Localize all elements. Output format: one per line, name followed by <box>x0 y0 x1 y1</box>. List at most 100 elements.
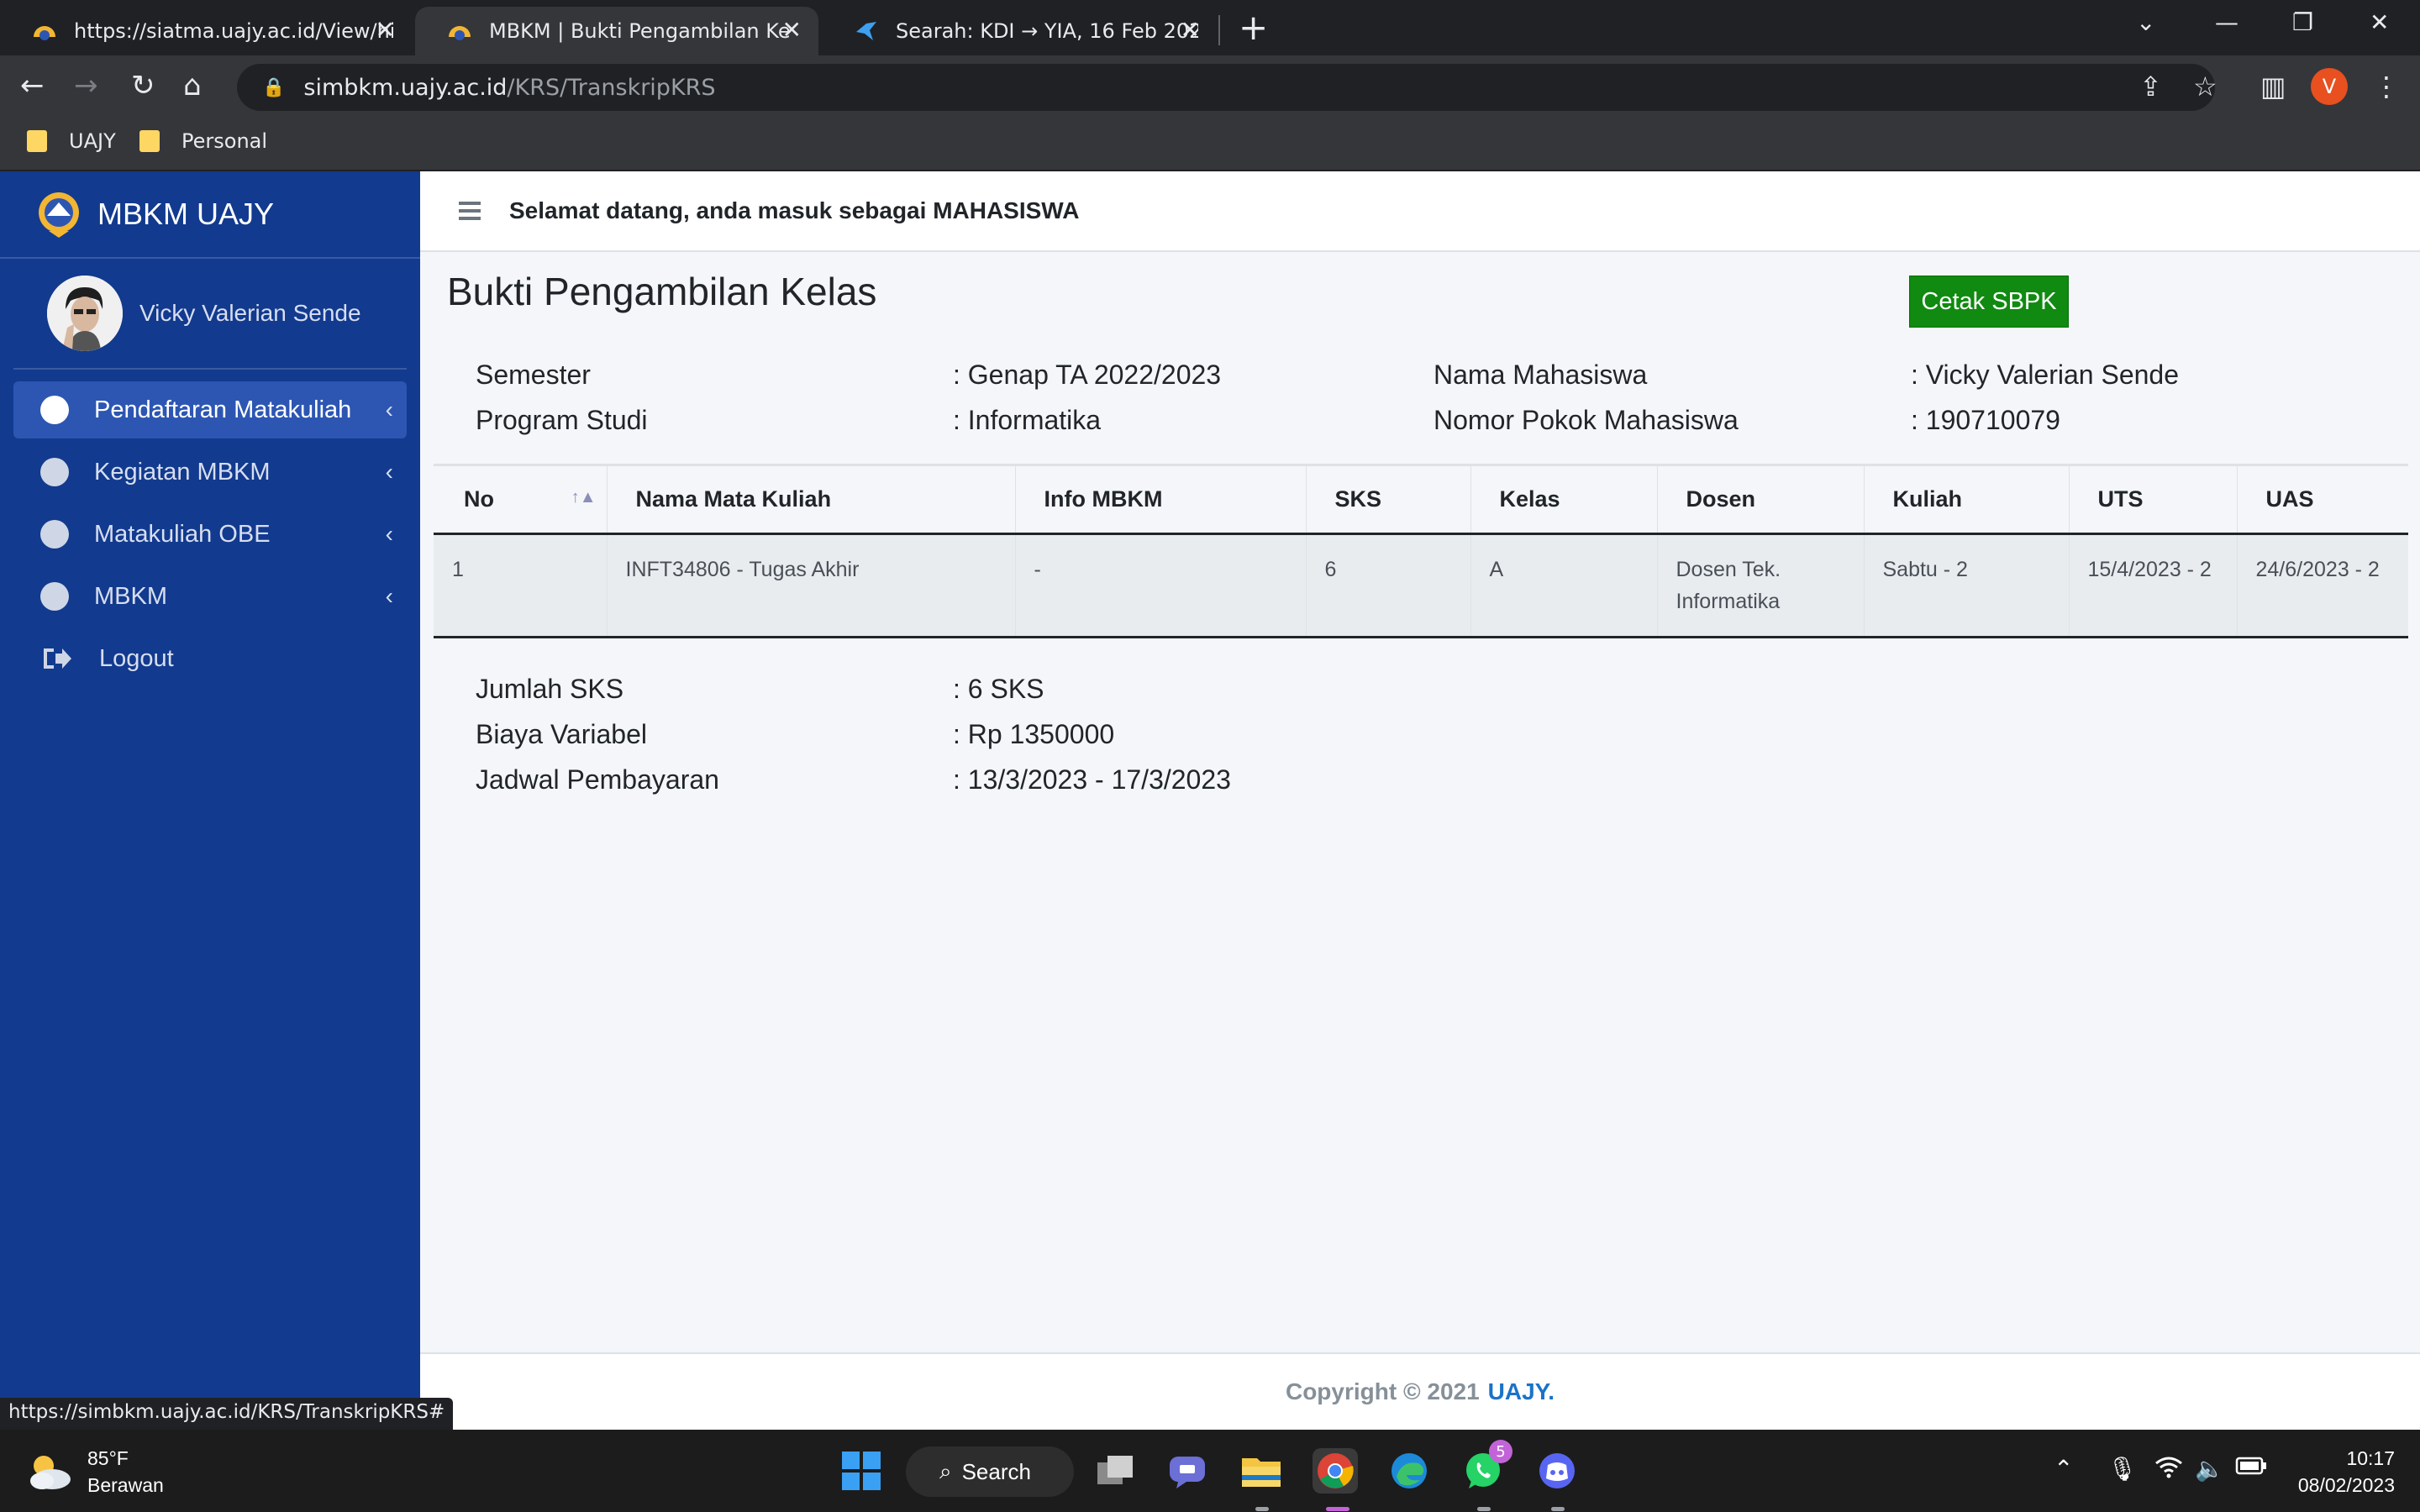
nama-mahasiswa-label: Nama Mahasiswa <box>1434 360 1648 390</box>
browser-tab-mbkm[interactable]: MBKM | Bukti Pengambilan Kelas ✕ <box>415 7 818 55</box>
show-hidden-icons-chevron-icon[interactable]: ⌃ <box>2054 1455 2073 1483</box>
file-explorer-icon[interactable] <box>1239 1448 1284 1494</box>
minimize-button[interactable]: — <box>2215 8 2238 36</box>
bookmark-folder-personal[interactable]: Personal <box>139 129 267 153</box>
system-clock[interactable]: 10:17 08/02/2023 <box>2298 1445 2395 1499</box>
browser-toolbar: ← → ↻ ⌂ 🔒 simbkm.uajy.ac.id/KRS/Transkri… <box>0 55 2420 119</box>
column-header-no[interactable]: No ↑▲ <box>434 464 607 535</box>
column-header-kuliah[interactable]: Kuliah <box>1863 464 2069 535</box>
sidebar-item-logout[interactable]: Logout <box>13 630 407 687</box>
lock-icon: 🔒 <box>262 76 286 98</box>
more-menu-icon[interactable]: ⋮ <box>2373 71 2400 102</box>
circle-icon <box>40 396 69 424</box>
running-indicator <box>1477 1507 1491 1511</box>
new-tab-button[interactable]: + <box>1239 10 1268 45</box>
volume-icon[interactable]: 🔈 <box>2195 1455 2224 1483</box>
circle-icon <box>40 458 69 486</box>
chrome-icon[interactable] <box>1313 1448 1358 1494</box>
semester-label: Semester <box>476 360 591 390</box>
npm-value: : 190710079 <box>1911 405 2060 435</box>
whatsapp-icon[interactable]: 5 <box>1460 1440 1512 1494</box>
wifi-icon[interactable] <box>2154 1455 2183 1484</box>
bookmark-label: Personal <box>182 129 268 153</box>
krs-table: No ↑▲ Nama Mata Kuliah Info MBKM SKS Kela… <box>434 464 2408 638</box>
user-avatar <box>47 276 123 351</box>
bookmark-folder-uajy[interactable]: UAJY <box>27 129 116 153</box>
prodi-label: Program Studi <box>476 405 648 435</box>
taskbar-search[interactable]: ⌕ Search <box>906 1446 1074 1497</box>
back-button[interactable]: ← <box>20 69 45 102</box>
search-icon: ⌕ <box>939 1458 952 1483</box>
sort-icon[interactable]: ↑▲ <box>571 488 597 507</box>
sidebar-item-kegiatan-mbkm[interactable]: Kegiatan MBKM ‹ <box>13 444 407 501</box>
search-label: Search <box>961 1458 1031 1484</box>
reload-button[interactable]: ↻ <box>131 69 155 102</box>
sidebar-item-label: Logout <box>99 644 174 672</box>
column-header-sks[interactable]: SKS <box>1305 464 1470 535</box>
uajy-favicon-icon <box>445 19 474 43</box>
circle-icon <box>40 520 69 549</box>
side-panel-icon[interactable]: ▥ <box>2260 71 2286 102</box>
sidebar-item-matakuliah-obe[interactable]: Matakuliah OBE ‹ <box>13 506 407 563</box>
table-header-row: No ↑▲ Nama Mata Kuliah Info MBKM SKS Kela… <box>434 464 2408 535</box>
tab-search-chevron-icon[interactable]: ⌄ <box>2136 8 2155 36</box>
task-view-icon[interactable] <box>1092 1448 1138 1494</box>
cell-nama-mata-kuliah: INFT34806 - Tugas Akhir <box>606 533 1015 638</box>
sidebar-item-pendaftaran-matakuliah[interactable]: Pendaftaran Matakuliah ‹ <box>13 381 407 438</box>
restore-button[interactable]: ❐ <box>2292 8 2313 36</box>
discord-icon[interactable] <box>1534 1448 1580 1494</box>
column-header-uas[interactable]: UAS <box>2236 464 2408 535</box>
close-tab-icon[interactable]: ✕ <box>782 18 802 42</box>
biaya-variabel-value: : Rp 1350000 <box>953 719 1115 749</box>
close-tab-icon[interactable]: ✕ <box>376 18 395 42</box>
tab-title: https://siatma.uajy.ac.id/View/his <box>74 19 393 43</box>
column-header-nama-mata-kuliah[interactable]: Nama Mata Kuliah <box>606 464 1015 535</box>
npm-label: Nomor Pokok Mahasiswa <box>1434 405 1739 435</box>
jadwal-pembayaran-label: Jadwal Pembayaran <box>476 764 719 795</box>
notification-badge: 5 <box>1489 1440 1512 1463</box>
close-window-button[interactable]: ✕ <box>2370 8 2389 36</box>
edge-icon[interactable] <box>1386 1448 1432 1494</box>
tab-separator <box>1218 15 1220 45</box>
sidebar-menu: Pendaftaran Matakuliah ‹ Kegiatan MBKM ‹… <box>0 381 420 687</box>
brand-link[interactable]: MBKM UAJY <box>0 171 420 259</box>
nama-mahasiswa-value: : Vicky Valerian Sende <box>1911 360 2179 390</box>
jumlah-sks-value: : 6 SKS <box>953 674 1044 704</box>
column-header-uts[interactable]: UTS <box>2068 464 2237 535</box>
close-tab-icon[interactable]: ✕ <box>1181 18 1200 42</box>
microphone-icon[interactable]: 🎙 <box>2107 1455 2138 1483</box>
sign-out-icon <box>40 645 74 672</box>
header-label: No <box>464 486 494 512</box>
home-button[interactable]: ⌂ <box>183 69 202 102</box>
clock-time: 10:17 <box>2346 1447 2395 1469</box>
hamburger-menu-icon[interactable] <box>459 197 481 224</box>
uajy-logo-icon <box>39 192 79 238</box>
sidebar-item-label: Pendaftaran Matakuliah <box>94 396 352 423</box>
bird-favicon-icon <box>852 19 881 43</box>
bookmark-star-icon[interactable]: ☆ <box>2193 71 2217 102</box>
weather-widget[interactable]: 85°F Berawan <box>25 1445 164 1499</box>
footer-brand-link[interactable]: UAJY. <box>1488 1378 1555 1405</box>
browser-tab-siatma[interactable]: https://siatma.uajy.ac.id/View/his ✕ <box>0 7 412 55</box>
url-host: simbkm.uajy.ac.id <box>303 74 508 101</box>
chevron-left-icon: ‹ <box>385 521 393 547</box>
sidebar-item-label: MBKM <box>94 582 167 610</box>
browser-tab-searah[interactable]: Searah: KDI → YIA, 16 Feb 2023 ✕ <box>822 7 1217 55</box>
share-icon[interactable]: ⇪ <box>2139 71 2162 102</box>
user-panel[interactable]: Vicky Valerian Sende <box>13 259 407 370</box>
forward-button[interactable]: → <box>74 69 98 102</box>
battery-icon[interactable] <box>2235 1455 2267 1483</box>
profile-avatar[interactable]: V <box>2311 68 2348 105</box>
cetak-sbpk-button[interactable]: Cetak SBPK <box>1909 276 2069 328</box>
column-header-dosen[interactable]: Dosen <box>1656 464 1864 535</box>
column-header-info-mbkm[interactable]: Info MBKM <box>1014 464 1306 535</box>
jadwal-pembayaran-value: : 13/3/2023 - 17/3/2023 <box>953 764 1231 795</box>
top-navbar: Selamat datang, anda masuk sebagai MAHAS… <box>420 171 2420 252</box>
address-bar[interactable]: 🔒 simbkm.uajy.ac.id/KRS/TranskripKRS <box>237 64 2215 111</box>
column-header-kelas[interactable]: Kelas <box>1470 464 1657 535</box>
sidebar-item-mbkm[interactable]: MBKM ‹ <box>13 568 407 625</box>
user-name: Vicky Valerian Sende <box>139 300 361 326</box>
sidebar: MBKM UAJY Vicky Valerian Sende Pendaftar… <box>0 171 420 1430</box>
teams-chat-icon[interactable] <box>1165 1448 1210 1494</box>
windows-start-icon[interactable] <box>839 1448 884 1494</box>
